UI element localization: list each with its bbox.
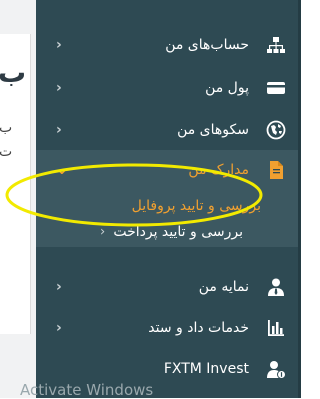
windows-activation-watermark: Activate Windows [20, 381, 154, 399]
page-heading: ب [0, 56, 27, 89]
chevron-left-icon: › [56, 320, 62, 336]
sidebar-item-label: سکوهای من [177, 122, 249, 138]
credit-card-icon [267, 82, 285, 94]
chevron-left-icon: › [56, 37, 62, 53]
sitemap-icon [267, 37, 285, 53]
sidebar-item-my-accounts[interactable]: › حساب‌های من [36, 25, 301, 65]
globe-icon [266, 120, 286, 140]
sidebar-item-label: FXTM Invest [163, 361, 249, 377]
page-text-line: ت [0, 144, 13, 160]
sidebar-item-trading-services[interactable]: › خدمات داد و ستد [36, 308, 301, 348]
chevron-left-icon: › [56, 122, 62, 138]
sidebar-item-my-platforms[interactable]: › سکوهای من [36, 110, 301, 150]
document-icon [270, 161, 283, 179]
sidebar-item-label: پول من [205, 80, 249, 96]
chevron-left-icon: › [56, 279, 62, 295]
scrollbar[interactable] [298, 0, 301, 398]
sidebar-item-my-profile[interactable]: › نمایه من [36, 267, 301, 307]
sidebar-item-label: نمایه من [198, 279, 249, 295]
bar-chart-icon [268, 320, 284, 336]
sidebar-item-label: حساب‌های من [165, 37, 249, 53]
page-text-line: ب [0, 120, 13, 136]
user-tie-icon [268, 278, 284, 296]
sidebar-item-label: خدمات داد و ستد [148, 320, 249, 336]
sidebar-item-my-money[interactable]: › پول من [36, 68, 301, 108]
highlight-annotation-ellipse [5, 163, 263, 227]
user-investor-icon [267, 361, 286, 379]
chevron-left-icon: › [56, 80, 62, 96]
